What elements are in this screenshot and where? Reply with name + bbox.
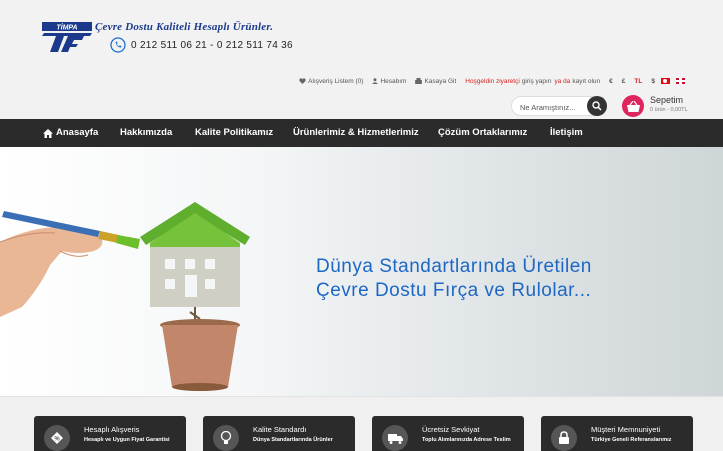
features-strip: % Hesaplı Alışveris Hesaplı ve Uygun Fiy… [0, 396, 723, 451]
feature-icon-wrap [382, 425, 408, 451]
feature-subtitle: Toplu Alımlarınızda Adrese Teslim [422, 437, 511, 443]
phone-icon [110, 37, 126, 53]
wishlist-label: Alışveriş Listem (0) [308, 77, 364, 85]
home-icon [43, 128, 53, 138]
feature-card-customer-satisfaction[interactable]: Müşteri Memnuniyeti Türkiye Geneli Refer… [541, 416, 693, 451]
cart-title: Sepetim [650, 95, 684, 105]
user-icon [372, 78, 379, 84]
feature-icon-wrap [213, 425, 239, 451]
phone-number: 0 212 511 06 21 - 0 212 511 74 36 [131, 39, 293, 51]
wishlist-link[interactable]: Alışveriş Listem (0) [299, 78, 363, 85]
basket-icon [626, 100, 640, 112]
turkish-flag-icon[interactable] [661, 78, 670, 84]
nav-item-solution-partners[interactable]: Çözüm Ortaklarımız [438, 119, 527, 147]
search-input[interactable] [512, 98, 584, 117]
feature-card-affordable[interactable]: % Hesaplı Alışveris Hesaplı ve Uygun Fiy… [34, 416, 186, 451]
welcome-text: Hoşgeldin ziyaretçi [465, 77, 520, 85]
feature-title: Kalite Standardı [253, 425, 307, 434]
heart-icon [299, 78, 306, 84]
feature-subtitle: Dünya Standartlarında Ürünler [253, 437, 333, 443]
lightbulb-icon [220, 431, 232, 444]
currency-tl[interactable]: TL [634, 78, 642, 85]
english-flag-icon[interactable] [676, 78, 685, 84]
nav-item-about[interactable]: Hakkımızda [120, 119, 172, 147]
search-icon [592, 101, 602, 111]
site-logo[interactable]: TİMPA [38, 20, 96, 54]
search-button[interactable] [587, 96, 607, 116]
nav-item-label: Anasayfa [56, 127, 99, 138]
feature-icon-wrap [551, 425, 577, 451]
cart-summary: 0 ürün - 0,00TL [650, 107, 688, 113]
site-header: TİMPA Çevre Dostu Kaliteli Hesaplı Ürünl… [0, 0, 723, 119]
account-label: Hesabım [380, 77, 407, 85]
svg-text:%: % [54, 437, 60, 443]
nav-item-quality-policy[interactable]: Kalite Politikamız [195, 119, 273, 147]
hero-illustration-icon [0, 202, 250, 391]
feature-title: Hesaplı Alışveris [84, 425, 140, 434]
currency-dollar[interactable]: $ [651, 78, 655, 85]
site-slogan: Çevre Dostu Kaliteli Hesaplı Ürünler. [95, 21, 274, 33]
login-link[interactable]: giriş yapın [522, 78, 552, 85]
hero-slider[interactable]: Dünya Standartlarında Üretilen Çevre Dos… [0, 147, 723, 396]
or-text: ya da [554, 77, 571, 85]
nav-item-home[interactable]: Anasayfa [43, 119, 98, 147]
currency-pound[interactable]: £ [622, 78, 626, 85]
feature-subtitle: Türkiye Geneli Referanslarımız [591, 437, 672, 443]
cash-register-icon [415, 78, 423, 84]
cart-widget[interactable]: Sepetim 0 ürün - 0,00TL [622, 95, 688, 117]
cart-icon-wrap [622, 95, 644, 117]
nav-item-contact[interactable]: İletişim [550, 119, 583, 147]
lock-icon [559, 431, 569, 444]
hero-line-1: Dünya Standartlarında Üretilen [316, 256, 592, 277]
phone-row: 0 212 511 06 21 - 0 212 511 74 36 [110, 37, 293, 53]
feature-subtitle: Hesaplı ve Uygun Fiyat Garantisi [84, 437, 170, 443]
checkout-link[interactable]: Kasaya Git [415, 78, 456, 85]
top-bar: Alışveriş Listem (0) Hesabım Kasaya Git … [290, 75, 685, 87]
search-box [511, 96, 607, 117]
logo-text: TİMPA [56, 24, 77, 32]
feature-title: Müşteri Memnuniyeti [591, 425, 661, 434]
feature-card-free-shipping[interactable]: Ücretsiz Sevkiyat Toplu Alımlarınızda Ad… [372, 416, 524, 451]
timpa-logo-icon: TİMPA [42, 22, 92, 52]
discount-tag-icon: % [51, 432, 63, 444]
nav-item-products-services[interactable]: Ürünlerimiz & Hizmetlerimiz [293, 119, 419, 147]
main-nav: Anasayfa Hakkımızda Kalite Politikamız Ü… [0, 119, 723, 147]
hero-headline: Dünya Standartlarında Üretilen Çevre Dos… [316, 255, 592, 303]
feature-icon-wrap: % [44, 425, 70, 451]
currency-euro[interactable]: € [609, 78, 613, 85]
account-link[interactable]: Hesabım [372, 78, 406, 85]
checkout-label: Kasaya Git [424, 77, 457, 85]
feature-title: Ücretsiz Sevkiyat [422, 425, 480, 434]
truck-icon [387, 433, 403, 444]
register-link[interactable]: kayıt olun [572, 78, 600, 85]
hero-line-2: Çevre Dostu Fırça ve Rulolar... [316, 280, 592, 301]
feature-card-quality[interactable]: Kalite Standardı Dünya Standartlarında Ü… [203, 416, 355, 451]
